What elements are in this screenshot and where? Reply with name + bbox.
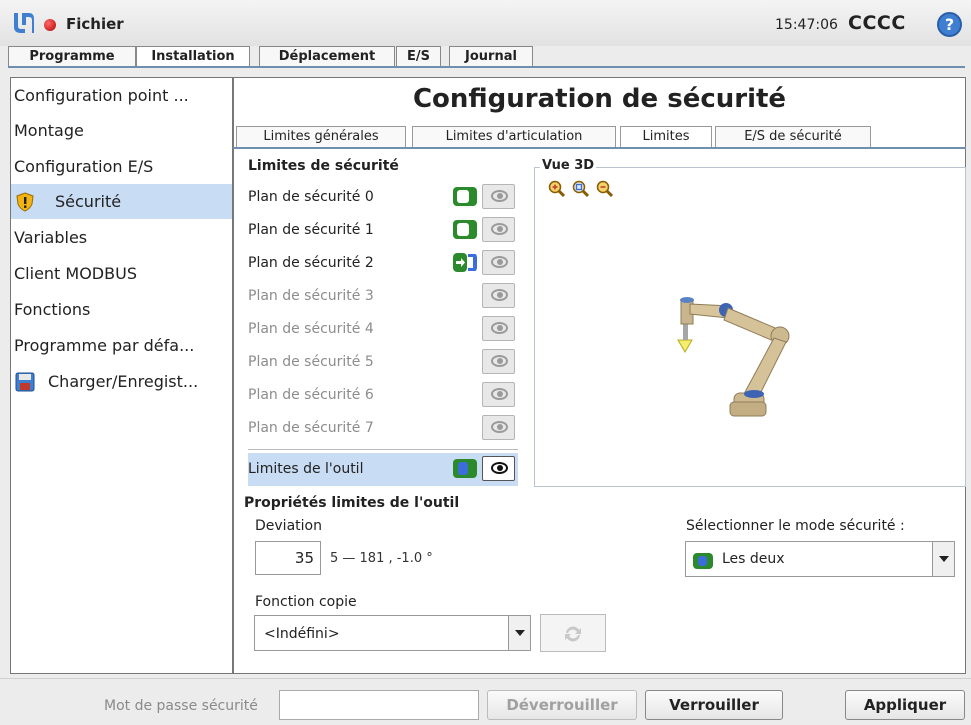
- safety-mode-label: Sélectionner le mode sécurité :: [686, 518, 905, 534]
- sidebar-item-charger-enregistrer[interactable]: Charger/Enregist...: [11, 364, 232, 399]
- save-icon: [15, 372, 35, 392]
- switch-mode-icon[interactable]: [453, 253, 477, 272]
- deviation-range: 5 — 181 , -1.0 °: [330, 551, 433, 566]
- enable-toggle-icon[interactable]: [453, 220, 477, 239]
- safety-password-input[interactable]: [279, 690, 479, 720]
- installation-sidebar: Configuration point ... Montage Configur…: [10, 77, 233, 674]
- robot-arm-model: [677, 297, 790, 417]
- visibility-eye-icon[interactable]: [482, 217, 515, 242]
- safety-plane-row: Plan de sécurité 1: [248, 214, 518, 247]
- lock-button[interactable]: Verrouiller: [645, 690, 783, 720]
- safety-plane-label: Plan de sécurité 3: [248, 288, 374, 304]
- safety-plane-row: Plan de sécurité 6: [248, 379, 518, 412]
- safety-plane-label: Plan de sécurité 5: [248, 354, 374, 370]
- visibility-eye-icon[interactable]: [482, 283, 515, 308]
- copy-function-label: Fonction copie: [255, 594, 357, 610]
- view-3d-title: Vue 3D: [540, 158, 597, 173]
- safety-plane-row: Plan de sécurité 3: [248, 280, 518, 313]
- file-menu[interactable]: Fichier: [66, 15, 124, 33]
- apply-button[interactable]: Appliquer: [845, 690, 965, 720]
- zoom-fit-icon[interactable]: [572, 180, 590, 198]
- safety-plane-row: Plan de sécurité 0: [248, 181, 518, 214]
- refresh-icon: [565, 626, 581, 642]
- sidebar-item-label: Charger/Enregist...: [48, 372, 199, 391]
- mode-toggle-icon: [693, 553, 713, 569]
- safety-plane-row: Plan de sécurité 7: [248, 412, 518, 445]
- safety-password-label: Mot de passe sécurité: [104, 698, 258, 714]
- safety-plane-row: Plan de sécurité 2: [248, 247, 518, 280]
- safety-plane-row: Plan de sécurité 5: [248, 346, 518, 379]
- separator: [248, 449, 518, 450]
- visibility-eye-icon[interactable]: [482, 415, 515, 440]
- subtab-limites-articulation[interactable]: Limites d'articulation: [412, 126, 616, 148]
- robot-name: CCCC: [848, 12, 906, 34]
- tool-properties-title: Propriétés limites de l'outil: [244, 495, 460, 511]
- visibility-eye-icon[interactable]: [482, 349, 515, 374]
- visibility-eye-icon[interactable]: [482, 382, 515, 407]
- sidebar-item-configuration-point[interactable]: Configuration point ...: [11, 78, 232, 113]
- sidebar-item-fonctions[interactable]: Fonctions: [11, 292, 232, 327]
- safety-plane-label: Plan de sécurité 2: [248, 255, 374, 271]
- tab-journal[interactable]: Journal: [449, 46, 533, 67]
- safety-plane-label: Plan de sécurité 1: [248, 222, 374, 238]
- deviation-label: Deviation: [255, 518, 322, 534]
- tab-deplacement[interactable]: Déplacement: [259, 46, 395, 67]
- zoom-out-icon[interactable]: [596, 180, 614, 198]
- tool-limits-label: Limites de l'outil: [248, 461, 364, 477]
- warning-shield-icon: [16, 192, 34, 212]
- sidebar-item-variables[interactable]: Variables: [11, 220, 232, 255]
- safety-limits-title: Limites de sécurité: [248, 158, 399, 174]
- safety-plane-row: Plan de sécurité 4: [248, 313, 518, 346]
- sidebar-item-montage[interactable]: Montage: [11, 113, 232, 148]
- sidebar-item-label: Sécurité: [55, 192, 122, 211]
- safety-plane-label: Plan de sécurité 4: [248, 321, 374, 337]
- sidebar-item-securite[interactable]: Sécurité: [11, 184, 232, 219]
- file-status-icon[interactable]: [44, 19, 56, 31]
- visibility-eye-icon[interactable]: [482, 250, 515, 275]
- refresh-button[interactable]: [540, 614, 606, 652]
- page-title: Configuration de sécurité: [412, 84, 787, 114]
- tab-divider: [8, 66, 965, 68]
- chevron-down-icon[interactable]: [932, 542, 954, 576]
- help-icon[interactable]: ?: [937, 12, 962, 37]
- sidebar-item-programme-defaut[interactable]: Programme par défa...: [11, 328, 232, 363]
- chevron-down-icon[interactable]: [508, 616, 530, 650]
- copy-function-value: <Indéfini>: [264, 626, 340, 642]
- deviation-input[interactable]: 35: [255, 541, 321, 575]
- tab-installation[interactable]: Installation: [136, 46, 250, 68]
- clock: 15:47:06: [775, 17, 838, 33]
- safety-mode-value: Les deux: [722, 551, 785, 567]
- enable-toggle-icon[interactable]: [453, 187, 477, 206]
- tab-programme[interactable]: Programme: [8, 46, 136, 67]
- visibility-eye-icon[interactable]: [482, 184, 515, 209]
- subtab-limites[interactable]: Limites: [620, 126, 712, 148]
- subtab-divider: [233, 147, 966, 149]
- subtab-es-securite[interactable]: E/S de sécurité: [715, 126, 871, 148]
- safety-plane-label: Plan de sécurité 7: [248, 420, 374, 436]
- tab-e-s[interactable]: E/S: [396, 46, 441, 67]
- safety-plane-label: Plan de sécurité 0: [248, 189, 374, 205]
- sidebar-item-configuration-es[interactable]: Configuration E/S: [11, 149, 232, 184]
- zoom-in-icon[interactable]: [548, 180, 566, 198]
- universal-robots-logo: [14, 13, 34, 33]
- safety-plane-label: Plan de sécurité 6: [248, 387, 374, 403]
- subtab-limites-generales[interactable]: Limites générales: [236, 126, 406, 148]
- mode-toggle-icon[interactable]: [453, 459, 477, 478]
- unlock-button[interactable]: Déverrouiller: [487, 690, 637, 720]
- visibility-eye-icon[interactable]: [482, 316, 515, 341]
- visibility-eye-icon[interactable]: [482, 456, 515, 481]
- sidebar-item-client-modbus[interactable]: Client MODBUS: [11, 256, 232, 291]
- tool-limits-row[interactable]: Limites de l'outil: [248, 453, 518, 486]
